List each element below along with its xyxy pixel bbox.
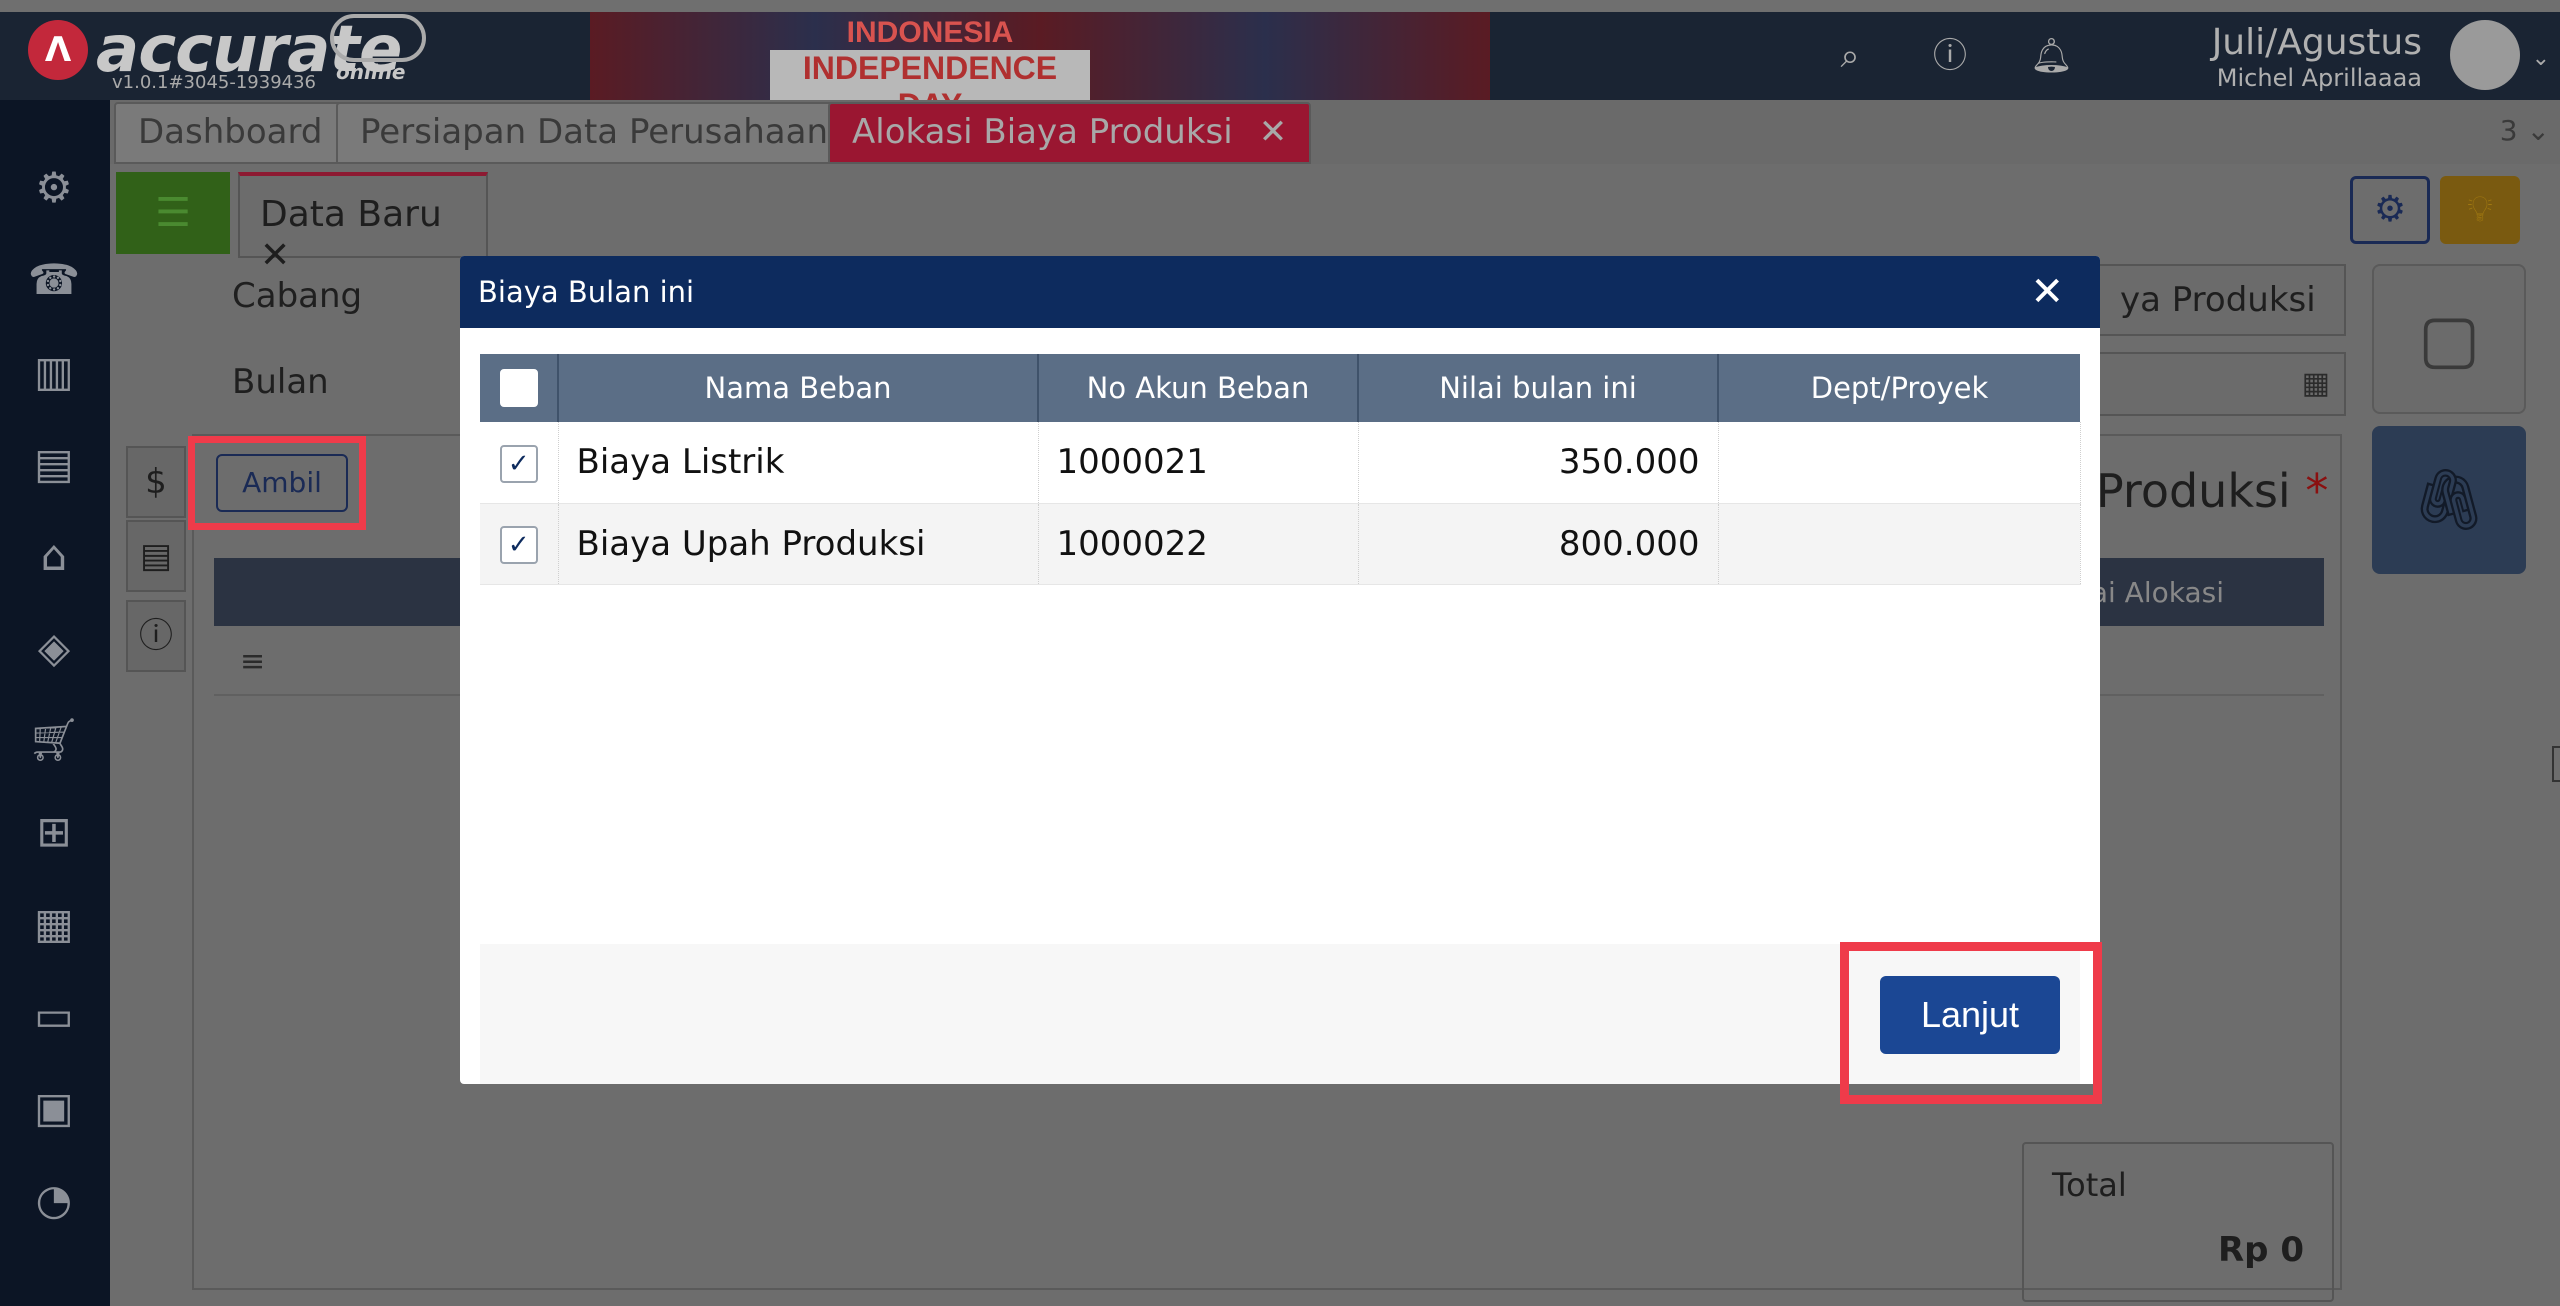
hamburger-icon[interactable]: ≡ (240, 644, 265, 679)
cell-nama-beban: Biaya Listrik (558, 422, 1039, 504)
cloud-icon (330, 14, 426, 62)
select-all-checkbox[interactable] (499, 369, 538, 407)
cell-nilai: 350.000 (1358, 422, 1719, 504)
table-header-row: Nama Beban No Akun Beban Nilai bulan ini… (480, 354, 2080, 422)
subtab-label: Data Baru (260, 194, 442, 235)
avatar[interactable] (2450, 20, 2520, 90)
tabs-more[interactable]: 3 ⌄ (2500, 114, 2550, 147)
lightbulb-icon[interactable]: 💡︎ (2440, 176, 2520, 244)
tab-label: Persiapan Data Perusahaan (360, 112, 828, 152)
cabang-label: Cabang (232, 276, 363, 316)
cell-nama-beban: Biaya Upah Produksi (558, 503, 1039, 585)
section-title-text: Produksi (2096, 464, 2291, 518)
required-mark: * (2305, 464, 2329, 518)
expense-table: Nama Beban No Akun Beban Nilai bulan ini… (480, 354, 2081, 585)
col-no-akun-beban: No Akun Beban (1038, 354, 1359, 422)
tab-persiapan-data[interactable]: Persiapan Data Perusahaan (336, 102, 852, 164)
select-all-cell (480, 354, 559, 422)
banner-line-1: INDONESIA (846, 16, 1014, 49)
bell-icon[interactable]: 🔔︎ (2030, 36, 2073, 76)
conveyor-icon[interactable]: ▭ (26, 988, 82, 1044)
app-header: Λ accurate online v1.0.1#3045-1939436 IN… (0, 12, 2560, 124)
close-icon[interactable]: ✕ (2030, 256, 2064, 328)
settings-button[interactable]: ⚙ (2350, 176, 2430, 244)
date-field[interactable]: ▦ (2096, 352, 2346, 416)
attachment-button[interactable]: 🖇︎ (2372, 426, 2526, 574)
tab-alokasi-biaya[interactable]: Alokasi Biaya Produksi ✕ (828, 102, 1312, 164)
table-row[interactable]: ✓ Biaya Listrik 1000021 350.000 (480, 422, 2081, 504)
total-value: Rp 0 (2217, 1230, 2304, 1270)
tab-dashboard[interactable]: Dashboard (114, 102, 347, 164)
help-icon[interactable]: ⓘ (1930, 36, 1970, 76)
document-icon[interactable]: ▤ (126, 520, 186, 592)
period-label: Juli/Agustus (2211, 22, 2422, 63)
close-icon[interactable]: ✕ (1259, 112, 1288, 152)
gear-icon[interactable]: ⚙ (26, 160, 82, 216)
info-icon[interactable]: ⓘ (126, 600, 186, 672)
cost-tab-icon[interactable]: $ (126, 446, 186, 518)
app-tabs: Dashboard Persiapan Data Perusahaan Alok… (110, 100, 2560, 164)
col-nilai-bulan-ini: Nilai bulan ini (1358, 354, 1719, 422)
price-tag-icon[interactable]: ◈ (26, 620, 82, 676)
cell-dept (1718, 503, 2081, 585)
cart-icon[interactable]: 🛒︎ (26, 712, 82, 768)
building-icon[interactable]: ▥ (26, 344, 82, 400)
cell-nilai: 800.000 (1358, 503, 1719, 585)
highlight-box (188, 436, 366, 530)
tab-label: Alokasi Biaya Produksi (852, 112, 1233, 152)
sidebar: ⚙ ☎ ▥ ▤ ⌂ ◈ 🛒︎ ⊞ ▦ ▭ ▣ ◔ (0, 100, 110, 1306)
tab-label: Dashboard (138, 112, 323, 152)
section-title: Produksi * (2096, 464, 2328, 518)
trolley-icon[interactable]: ⊞ (26, 804, 82, 860)
close-icon[interactable]: ✕ (260, 235, 290, 276)
bulan-label: Bulan (232, 362, 329, 402)
total-label: Total (2052, 1166, 2127, 1204)
panel-toggle[interactable] (2552, 746, 2560, 782)
row-checkbox-cell: ✓ (480, 503, 559, 585)
version-label: v1.0.1#3045-1939436 (112, 72, 317, 93)
table-row[interactable]: ✓ Biaya Upah Produksi 1000022 800.000 (480, 503, 2081, 585)
book-icon[interactable]: ▤ (26, 436, 82, 492)
tabs-count: 3 (2499, 114, 2518, 147)
brand-online: online (336, 60, 406, 84)
subtab-data-baru[interactable]: Data Baru ✕ (238, 172, 488, 276)
report-icon[interactable]: ◔ (26, 1172, 82, 1228)
search-icon[interactable]: ⌕ (1830, 36, 1870, 76)
cell-no-akun: 1000022 (1038, 503, 1359, 585)
user-name: Michel Aprillaaaa (2216, 64, 2422, 92)
select-value: ya Produksi (2120, 280, 2316, 320)
tax-icon[interactable]: ▣ (26, 1080, 82, 1136)
highlight-box (1840, 942, 2102, 1104)
list-icon[interactable]: ☰ (116, 172, 230, 254)
save-button[interactable]: ▢ (2372, 264, 2526, 414)
factory-icon[interactable]: ▦ (26, 896, 82, 952)
bank-icon[interactable]: ⌂ (26, 528, 82, 584)
row-checkbox-cell: ✓ (480, 422, 559, 504)
row-checkbox-checked[interactable]: ✓ (499, 525, 538, 564)
dialog-title: Biaya Bulan ini (478, 275, 695, 309)
production-select[interactable]: ya Produksi ⌄ (2096, 264, 2346, 388)
total-box: Total Rp 0 (2022, 1142, 2334, 1302)
accurate-logo-icon: Λ (28, 20, 88, 80)
col-dept-proyek: Dept/Proyek (1718, 354, 2080, 422)
independence-day-banner: INDONESIA INDEPENDENCE DAY (590, 12, 1490, 124)
fax-icon[interactable]: ☎ (26, 252, 82, 308)
cell-dept (1718, 422, 2081, 504)
period-info[interactable]: Juli/Agustus Michel Aprillaaaa (2212, 22, 2422, 92)
chevron-down-icon[interactable]: ⌄ (2532, 46, 2550, 71)
row-checkbox-checked[interactable]: ✓ (499, 444, 538, 483)
dialog-header: Biaya Bulan ini ✕ (460, 256, 2100, 328)
cell-no-akun: 1000021 (1038, 422, 1359, 504)
col-nama-beban: Nama Beban (558, 354, 1039, 422)
calendar-icon[interactable]: ▦ (2302, 366, 2330, 401)
